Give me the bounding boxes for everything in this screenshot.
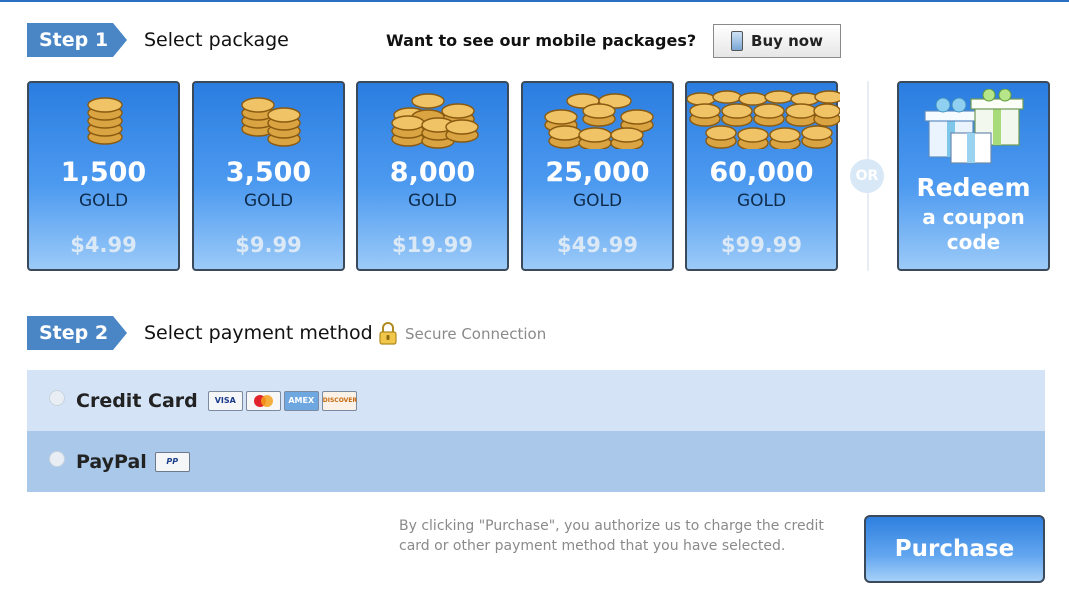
package-price: $49.99 — [556, 233, 639, 257]
paypal-label: PayPal — [76, 450, 147, 473]
payment-option-paypal[interactable]: PayPal PP — [27, 431, 1045, 492]
amex-icon: AMEX — [283, 390, 319, 411]
gold-amount: 3,500 — [225, 157, 312, 188]
discover-icon: DISCOVER — [321, 390, 357, 411]
visa-icon: VISA — [207, 390, 243, 411]
redeem-subtitle: a coupon code — [922, 205, 1025, 254]
gold-coins-icon — [687, 90, 840, 149]
package-3500-gold[interactable]: 3,500 GOLD $9.99 — [192, 81, 345, 271]
gold-amount: 1,500 — [60, 157, 147, 188]
step2-badge: Step 2 — [27, 316, 127, 350]
buy-now-label: Buy now — [751, 32, 823, 50]
padlock-icon — [379, 322, 397, 345]
package-60000-gold[interactable]: 60,000 GOLD $99.99 — [685, 81, 840, 271]
package-8000-gold[interactable]: 8,000 GOLD $19.99 — [356, 81, 509, 271]
payment-option-credit-card[interactable]: Credit Card VISA AMEX DISCOVER — [27, 370, 1045, 431]
gold-coins-icon — [241, 97, 301, 147]
gold-amount: 25,000 — [545, 157, 650, 188]
package-price: $19.99 — [391, 233, 474, 257]
package-1500-gold[interactable]: 1,500 GOLD $4.99 — [27, 81, 180, 271]
purchase-legal-text: By clicking "Purchase", you authorize us… — [399, 518, 824, 554]
gold-unit: GOLD — [78, 191, 129, 211]
or-badge: OR — [850, 159, 884, 193]
gold-unit: GOLD — [407, 191, 458, 211]
payment-method-list: Credit Card VISA AMEX DISCOVER PayPal PP — [27, 370, 1045, 492]
step1-badge: Step 1 — [27, 23, 127, 57]
gold-unit: GOLD — [736, 191, 787, 211]
gift-boxes-icon — [924, 89, 1024, 164]
package-price: $9.99 — [235, 233, 302, 257]
gold-amount: 60,000 — [709, 157, 814, 188]
step1-label: Select package — [144, 29, 289, 51]
redeem-coupon-button[interactable]: Redeem a coupon code — [897, 81, 1050, 271]
top-border — [0, 0, 1069, 2]
gold-unit: GOLD — [572, 191, 623, 211]
paypal-radio[interactable] — [49, 451, 65, 467]
gold-coins-icon — [391, 93, 479, 149]
purchase-button[interactable]: Purchase — [864, 515, 1045, 583]
gold-coins-icon — [544, 93, 654, 149]
credit-card-radio[interactable] — [49, 390, 65, 406]
package-price: $99.99 — [720, 233, 803, 257]
package-25000-gold[interactable]: 25,000 GOLD $49.99 — [521, 81, 674, 271]
redeem-title: Redeem — [916, 173, 1031, 202]
card-logos: VISA AMEX DISCOVER — [207, 390, 357, 411]
mobile-packages-question: Want to see our mobile packages? — [386, 31, 697, 50]
paypal-logo-icon: PP — [154, 451, 190, 472]
step2-label: Select payment method — [144, 322, 373, 344]
mobile-phone-icon — [731, 31, 744, 51]
secure-connection-label: Secure Connection — [405, 325, 547, 343]
buy-now-button[interactable]: Buy now — [713, 24, 841, 58]
credit-card-label: Credit Card — [76, 389, 198, 412]
gold-unit: GOLD — [243, 191, 294, 211]
mastercard-icon — [245, 390, 281, 411]
secure-connection: Secure Connection — [377, 322, 546, 346]
package-price: $4.99 — [70, 233, 137, 257]
gold-amount: 8,000 — [389, 157, 476, 188]
gold-coins-icon — [87, 97, 123, 145]
